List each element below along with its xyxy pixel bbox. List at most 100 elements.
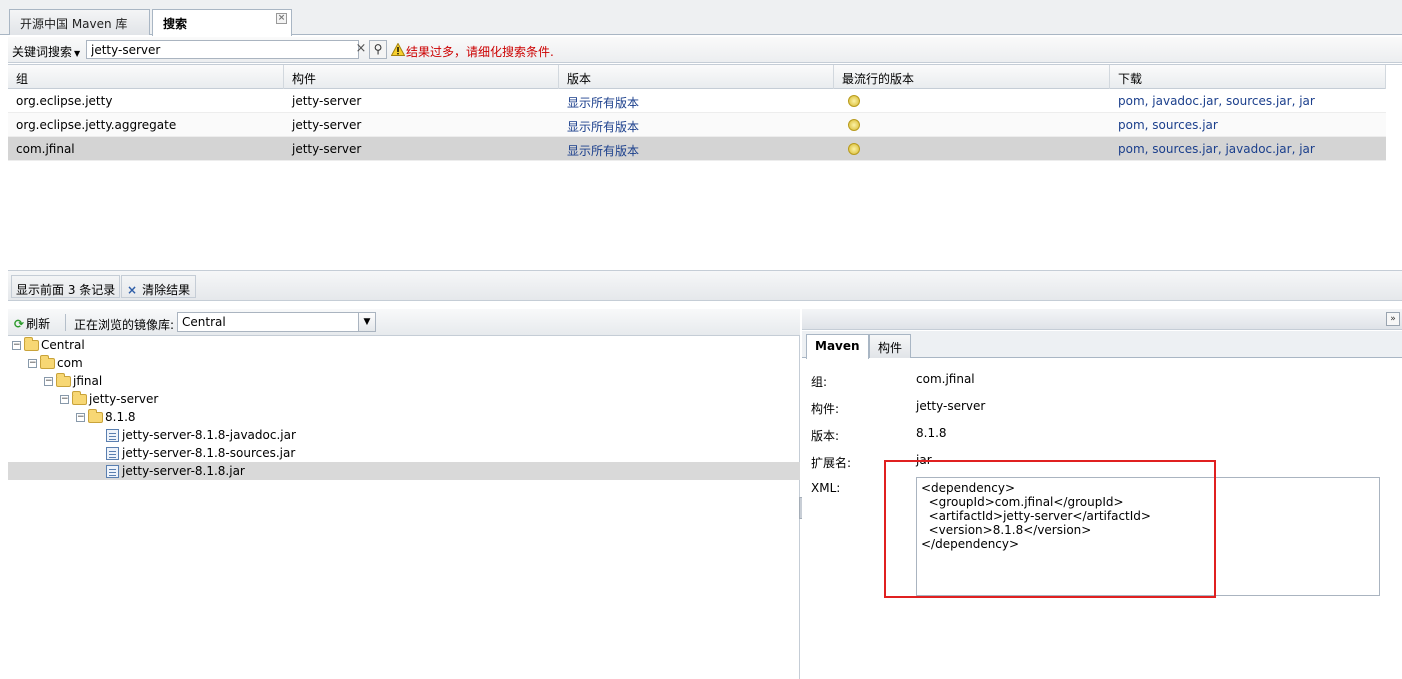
column-header-version[interactable]: 版本 — [559, 65, 834, 89]
download-links[interactable]: pom, sources.jar — [1110, 113, 1226, 137]
show-all-versions-link[interactable]: 显示所有版本 — [559, 89, 647, 113]
table-row[interactable]: org.eclipse.jetty jetty-server 显示所有版本 po… — [8, 89, 1386, 113]
results-grid: 组 构件 版本 最流行的版本 下载 org.eclipse.jetty jett… — [8, 64, 1402, 269]
warning-icon — [848, 143, 860, 155]
tab-artifact[interactable]: 构件 — [869, 334, 912, 358]
search-input[interactable] — [86, 40, 359, 59]
chevron-down-icon[interactable]: ▼ — [358, 313, 375, 331]
tree-node-file[interactable]: jetty-server-8.1.8-sources.jar — [106, 444, 295, 462]
collapse-icon[interactable]: − — [60, 395, 69, 404]
tree-node-label: jetty-server — [89, 392, 159, 406]
tab-search[interactable]: 搜索 × — [152, 9, 292, 36]
cell-artifact: jetty-server — [292, 142, 362, 156]
cell-artifact: jetty-server — [292, 118, 362, 132]
show-all-versions-link[interactable]: 显示所有版本 — [559, 137, 647, 161]
browser-toolbar: ⟳ 刷新 正在浏览的镜像库: Central ▼ — [8, 309, 800, 336]
tree-node-com[interactable]: − com — [28, 354, 83, 372]
detail-tab-strip: Maven 构件 — [802, 331, 1402, 359]
cell-popular-version — [834, 113, 868, 137]
tab-maven[interactable]: Maven — [806, 334, 869, 359]
folder-icon — [72, 391, 87, 405]
warning-message: 结果过多，请细化搜索条件. — [406, 45, 554, 59]
refresh-button[interactable]: ⟳ 刷新 — [14, 315, 50, 332]
prop-value-artifact: jetty-server — [916, 399, 986, 413]
prop-value-extension: jar — [916, 453, 932, 467]
search-type-dropdown[interactable]: 关键词搜索 ▼ — [12, 43, 80, 60]
repository-browser: ⟳ 刷新 正在浏览的镜像库: Central ▼ − Central − com − j… — [8, 309, 800, 679]
tree-node-jfinal[interactable]: − jfinal — [44, 372, 102, 390]
tree-node-file[interactable]: jetty-server-8.1.8-javadoc.jar — [106, 426, 296, 444]
folder-icon — [56, 373, 71, 387]
file-icon — [106, 429, 119, 442]
cell-group: org.eclipse.jetty — [16, 94, 113, 108]
column-header-artifact[interactable]: 构件 — [284, 65, 559, 89]
folder-icon — [88, 409, 103, 423]
search-toolbar: 关键词搜索▼ × ⚲ 结果过多，请细化搜索条件. — [8, 37, 1402, 63]
tree-node-file-selected[interactable]: jetty-server-8.1.8.jar — [106, 462, 245, 480]
tree-node-central[interactable]: − Central — [12, 336, 85, 354]
column-header-download[interactable]: 下载 — [1110, 65, 1386, 89]
prop-label-version: 版本: — [811, 429, 840, 443]
detail-header: » — [802, 309, 1402, 330]
prop-value-version: 8.1.8 — [916, 426, 947, 440]
record-count: 显示前面 3 条记录 — [11, 275, 121, 298]
tree-node-jetty-server[interactable]: − jetty-server — [60, 390, 158, 408]
collapse-icon[interactable]: − — [12, 341, 21, 350]
search-type-label: 关键词搜索 — [12, 45, 73, 59]
warning-icon — [848, 119, 860, 131]
collapse-panel-icon[interactable]: » — [1386, 312, 1400, 326]
folder-icon — [24, 337, 39, 351]
warning-icon — [391, 43, 405, 56]
download-links[interactable]: pom, javadoc.jar, sources.jar, jar — [1110, 89, 1323, 113]
column-header-popular-version[interactable]: 最流行的版本 — [834, 65, 1110, 89]
tab-bar: 开源中国 Maven 库 搜索 × — [0, 0, 1402, 36]
clear-results-label: 清除结果 — [142, 283, 191, 297]
cell-artifact: jetty-server — [292, 94, 362, 108]
cell-popular-version — [834, 137, 868, 161]
collapse-icon[interactable]: − — [28, 359, 37, 368]
prop-label-artifact: 构件: — [811, 402, 840, 416]
clear-results-button[interactable]: × 清除结果 — [121, 275, 197, 298]
collapse-icon[interactable]: − — [76, 413, 85, 422]
refresh-icon: ⟳ — [14, 317, 25, 331]
grid-header: 组 构件 版本 最流行的版本 下载 — [8, 65, 1386, 89]
clear-icon: × — [127, 283, 138, 297]
cell-popular-version — [834, 89, 868, 113]
tab-maven-repo[interactable]: 开源中国 Maven 库 — [9, 9, 150, 35]
artifact-detail-panel: » Maven 构件 组: com.jfinal 构件: jetty-serve… — [802, 309, 1402, 679]
cell-group: com.jfinal — [16, 142, 75, 156]
prop-label-xml: XML: — [811, 481, 841, 495]
clear-search-icon[interactable]: × — [354, 41, 368, 57]
refresh-label: 刷新 — [26, 317, 51, 331]
file-icon — [106, 447, 119, 460]
folder-icon — [40, 355, 55, 369]
table-row-selected[interactable]: com.jfinal jetty-server 显示所有版本 pom, sour… — [8, 137, 1386, 161]
column-header-group[interactable]: 组 — [8, 65, 284, 89]
mirror-repo-select[interactable]: Central ▼ — [177, 312, 376, 332]
collapse-icon[interactable]: − — [44, 377, 53, 386]
prop-value-group: com.jfinal — [916, 372, 975, 386]
close-icon[interactable]: × — [276, 13, 287, 24]
caret-down-icon: ▼ — [74, 49, 81, 58]
tree-node-label: jetty-server-8.1.8.jar — [122, 464, 245, 478]
tab-label: 开源中国 Maven 库 — [20, 17, 128, 31]
tree-node-label: jetty-server-8.1.8-javadoc.jar — [122, 428, 296, 442]
toolbar-divider — [65, 314, 66, 331]
file-icon — [106, 465, 119, 478]
warning-icon — [848, 95, 860, 107]
tree-node-label: jfinal — [73, 374, 103, 388]
table-row[interactable]: org.eclipse.jetty.aggregate jetty-server… — [8, 113, 1386, 137]
cell-group: org.eclipse.jetty.aggregate — [16, 118, 177, 132]
download-links[interactable]: pom, sources.jar, javadoc.jar, jar — [1110, 137, 1323, 161]
show-all-versions-link[interactable]: 显示所有版本 — [559, 113, 647, 137]
tree-node-label: Central — [41, 338, 85, 352]
tree-node-version[interactable]: − 8.1.8 — [76, 408, 136, 426]
search-icon[interactable]: ⚲ — [369, 40, 387, 59]
tree-node-label: com — [57, 356, 83, 370]
mirror-repo-value: Central — [182, 315, 226, 329]
tree-node-label: jetty-server-8.1.8-sources.jar — [122, 446, 296, 460]
xml-dependency-textarea[interactable]: <dependency> <groupId>com.jfinal</groupI… — [916, 477, 1380, 596]
prop-label-group: 组: — [811, 375, 828, 389]
prop-label-extension: 扩展名: — [811, 456, 852, 470]
tab-label: 搜索 — [163, 17, 188, 31]
